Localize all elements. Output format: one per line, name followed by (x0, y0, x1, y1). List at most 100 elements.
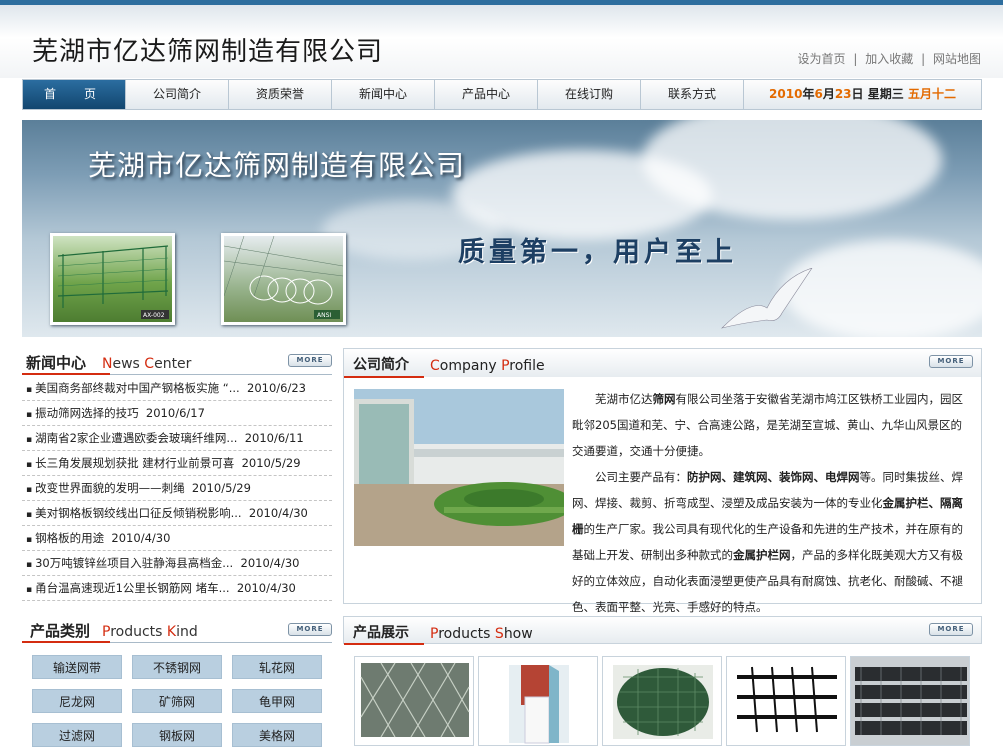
product-thumb-geogrid[interactable] (726, 656, 846, 746)
title-letter: K (166, 624, 177, 640)
list-item[interactable]: ▪ 美国商务部终裁对中国产钢格板实施 “... 2010/6/23 (22, 376, 332, 401)
kind-button[interactable]: 美格网 (232, 723, 322, 747)
banner-slogan: 质量第一，用户至上 (458, 237, 737, 268)
kinds-title-en: Products Kind (102, 624, 198, 640)
nav-products[interactable]: 产品中心 (435, 80, 538, 109)
product-thumb-greenmesh[interactable] (602, 656, 722, 746)
main-nav: 首 页 公司简介 资质荣誉 新闻中心 产品中心 在线订购 联系方式 2010年6… (22, 79, 982, 110)
list-item[interactable]: ▪ 长三角发展规划获批 建材行业前景可喜 2010/5/29 (22, 451, 332, 476)
title-word: ind (176, 624, 198, 640)
list-item[interactable]: ▪ 美对钢格板钢绞线出口征反倾销税影响... 2010/4/30 (22, 501, 332, 526)
nav-contact[interactable]: 联系方式 (641, 80, 744, 109)
product-thumb-chainlink[interactable] (354, 656, 474, 746)
news-title[interactable]: 改变世界面貌的发明——刺绳 (35, 481, 185, 495)
date-weekday: 星期三 (867, 87, 904, 101)
news-title-en: News Center (102, 356, 191, 372)
news-date: 2010/4/30 (236, 581, 296, 595)
news-more-button[interactable]: MORE (288, 354, 332, 367)
news-title[interactable]: 湖南省2家企业遭遇欧委会玻璃纤维网... (35, 431, 237, 445)
news-title[interactable]: 振动筛网选择的技巧 (35, 406, 139, 420)
kinds-more-button[interactable]: MORE (288, 623, 332, 636)
title-word: enter (154, 356, 192, 372)
link-separator: | (921, 52, 926, 66)
news-date: 2010/6/17 (145, 406, 205, 420)
list-item[interactable]: ▪ 振动筛网选择的技巧 2010/6/17 (22, 401, 332, 426)
text-run: 公司主要产品有： (595, 470, 687, 484)
kind-button[interactable]: 轧花网 (232, 655, 322, 679)
kind-button[interactable]: 矿筛网 (132, 689, 222, 713)
news-title[interactable]: 钢格板的用途 (35, 531, 104, 545)
company-logo-text[interactable]: 芜湖市亿达筛网制造有限公司 (32, 31, 383, 68)
profile-section-header: 公司简介 Company Profile MORE (344, 349, 981, 377)
list-item[interactable]: ▪ 30万吨镀锌丝项目入驻静海县高档金... 2010/4/30 (22, 551, 332, 576)
product-image (727, 657, 845, 745)
kind-button[interactable]: 不锈钢网 (132, 655, 222, 679)
date-day: 23 (834, 87, 852, 101)
kind-button[interactable]: 尼龙网 (32, 689, 122, 713)
title-letter: C (430, 358, 440, 374)
product-gallery (354, 656, 982, 746)
products-section-header: 产品展示 Products Show MORE (343, 616, 982, 645)
news-title[interactable]: 长三角发展规划获批 建材行业前景可喜 (35, 456, 234, 470)
products-title-en: Products Show (430, 626, 533, 642)
factory-photo (354, 389, 564, 546)
list-item[interactable]: ▪ 甬台温高速现近1公里长钢筋网 堵车... 2010/4/30 (22, 576, 332, 601)
product-thumb-rolls[interactable] (850, 656, 970, 746)
list-item[interactable]: ▪ 湖南省2家企业遭遇欧委会玻璃纤维网... 2010/6/11 (22, 426, 332, 451)
product-thumb-wallmesh[interactable] (478, 656, 598, 746)
banner-title: 芜湖市亿达筛网制造有限公司 (88, 149, 466, 182)
kinds-section-header: 产品类别 Products Kind MORE (22, 616, 332, 644)
list-item[interactable]: ▪ 改变世界面貌的发明——刺绳 2010/5/29 (22, 476, 332, 501)
sitemap-link[interactable]: 网站地图 (933, 52, 981, 66)
kinds-title-cn: 产品类别 (30, 622, 91, 640)
bullet: ▪ (26, 385, 33, 395)
date-month: 6 (814, 87, 823, 101)
news-date: 2010/4/30 (240, 556, 300, 570)
bullet: ▪ (26, 410, 33, 420)
products-more-button[interactable]: MORE (929, 623, 973, 636)
title-letter: S (494, 626, 504, 642)
nav-order[interactable]: 在线订购 (538, 80, 641, 109)
set-homepage-link[interactable]: 设为首页 (798, 52, 846, 66)
bullet: ▪ (26, 560, 33, 570)
divider-accent (344, 376, 424, 378)
date-display: 2010年6月23日 星期三 五月十二 (744, 80, 981, 109)
product-image (851, 657, 969, 745)
news-title[interactable]: 30万吨镀锌丝项目入驻静海县高档金... (35, 556, 233, 570)
text-run-bold: 金属护栏网 (733, 548, 791, 562)
profile-title-en: Company Profile (430, 358, 545, 374)
product-image (613, 665, 713, 739)
factory-photo-graphic (354, 389, 564, 546)
title-word: ews (112, 356, 145, 372)
text-run-bold: 防护网、建筑网、装饰网、电焊网 (687, 470, 860, 484)
bullet: ▪ (26, 585, 33, 595)
add-favorite-link[interactable]: 加入收藏 (865, 52, 913, 66)
title-word: rofile (509, 358, 545, 374)
nav-news[interactable]: 新闻中心 (332, 80, 435, 109)
title-word: ompany (439, 358, 502, 374)
profile-more-button[interactable]: MORE (929, 355, 973, 368)
seagull-icon (721, 268, 813, 329)
news-title[interactable]: 美对钢格板钢绞线出口征反倾销税影响... (35, 506, 241, 520)
date-day-suffix: 日 (851, 87, 864, 101)
news-date: 2010/5/29 (241, 456, 301, 470)
kind-button[interactable]: 过滤网 (32, 723, 122, 747)
list-item[interactable]: ▪ 钢格板的用途 2010/4/30 (22, 526, 332, 551)
title-letter: N (102, 356, 113, 372)
nav-honors[interactable]: 资质荣誉 (229, 80, 332, 109)
nav-home[interactable]: 首 页 (23, 80, 126, 109)
kind-button[interactable]: 钢板网 (132, 723, 222, 747)
bullet: ▪ (26, 535, 33, 545)
photo-tag: ANSI (317, 312, 331, 319)
fence-graphic: AX-002 (57, 245, 169, 319)
title-word: roducts (438, 626, 495, 642)
products-title-cn: 产品展示 (353, 625, 409, 641)
news-title[interactable]: 美国商务部终裁对中国产钢格板实施 “... (35, 381, 240, 395)
news-title[interactable]: 甬台温高速现近1公里长钢筋网 堵车... (35, 581, 229, 595)
barbed-wire-graphic: ANSI (223, 235, 344, 319)
company-profile-panel: 公司简介 Company Profile MORE 芜湖市亿达筛网有限公司坐落于… (343, 348, 982, 614)
bullet: ▪ (26, 485, 33, 495)
nav-about[interactable]: 公司简介 (126, 80, 229, 109)
kind-button[interactable]: 输送网带 (32, 655, 122, 679)
kind-button[interactable]: 龟甲网 (232, 689, 322, 713)
